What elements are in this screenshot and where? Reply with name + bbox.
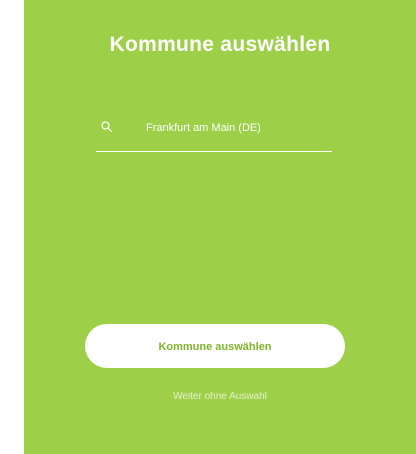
- municipality-selection-panel: Kommune auswählen Frankfurt am Main (DE)…: [24, 0, 416, 454]
- search-icon: [100, 120, 114, 134]
- dialog-title: Kommune auswählen: [109, 33, 331, 56]
- select-municipality-button[interactable]: Kommune auswählen: [85, 324, 345, 368]
- continue-without-selection-link[interactable]: Weiter ohne Auswahl: [24, 391, 416, 402]
- search-input-value[interactable]: Frankfurt am Main (DE): [146, 122, 261, 134]
- municipality-search-field[interactable]: Frankfurt am Main (DE): [96, 113, 332, 152]
